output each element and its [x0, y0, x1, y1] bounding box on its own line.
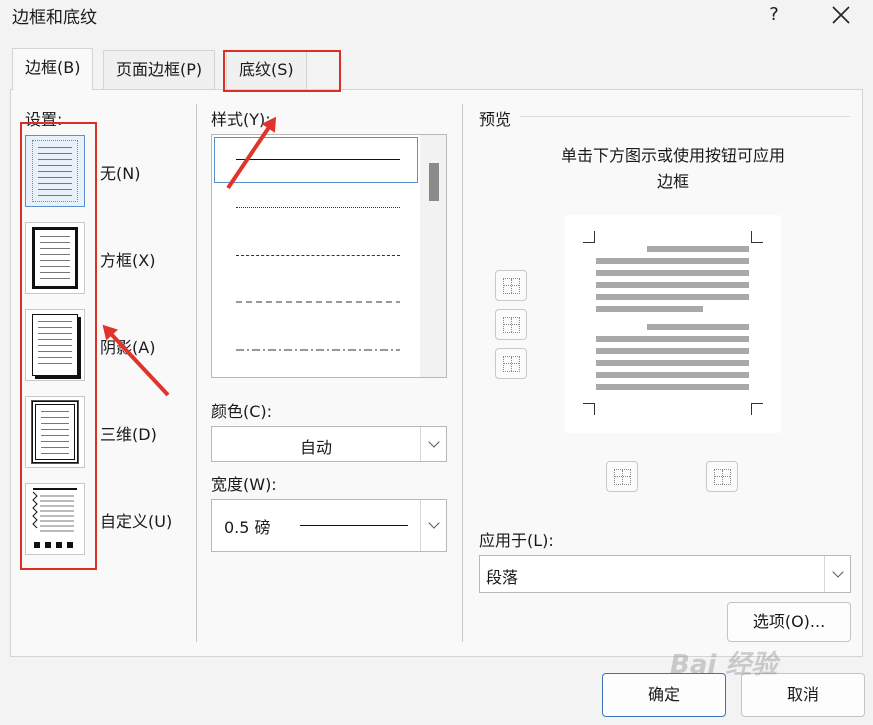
help-button[interactable]: ? [762, 2, 786, 28]
width-dropdown[interactable]: 0.5 磅 [211, 499, 447, 552]
setting-none-label[interactable]: 无(N) [100, 160, 140, 184]
style-scrollbar[interactable] [420, 135, 446, 377]
dialog-title: 边框和底纹 [12, 8, 97, 28]
setting-box-label[interactable]: 方框(X) [100, 247, 155, 271]
close-icon [832, 6, 850, 24]
color-dropdown[interactable]: 自动 [211, 426, 447, 462]
apply-to-value: 段落 [486, 568, 519, 587]
width-value: 0.5 磅 [224, 518, 271, 537]
highlight-shading-tab [223, 50, 341, 92]
color-heading: 颜色(C): [211, 402, 273, 421]
style-list[interactable] [211, 134, 447, 378]
style-dotted[interactable] [236, 207, 400, 208]
style-dashed[interactable] [236, 255, 400, 256]
style-heading: 样式(Y): [211, 110, 271, 129]
preview-heading: 预览 [479, 110, 512, 129]
border-middle-icon [503, 317, 520, 333]
style-solid[interactable] [236, 159, 400, 160]
chevron-down-icon [824, 556, 850, 592]
border-top-icon [503, 278, 520, 294]
width-heading: 宽度(W): [211, 475, 277, 494]
tab-page-borders[interactable]: 页面边框(P) [103, 50, 216, 90]
border-right-button[interactable] [706, 461, 738, 492]
border-bottom-icon [503, 356, 520, 372]
border-left-icon [614, 469, 631, 485]
chevron-down-icon [420, 500, 446, 551]
chevron-down-icon [420, 427, 446, 461]
options-button[interactable]: 选项(O)... [727, 602, 851, 642]
apply-to-dropdown[interactable]: 段落 [479, 555, 851, 593]
divider [462, 104, 463, 642]
border-left-button[interactable] [606, 461, 638, 492]
highlight-settings [20, 122, 97, 570]
tab-borders[interactable]: 边框(B) [12, 48, 94, 90]
preview-hint: 单击下方图示或使用按钮可应用 边框 [560, 146, 785, 191]
setting-custom-label[interactable]: 自定义(U) [100, 508, 172, 532]
divider [196, 104, 197, 642]
close-button[interactable] [826, 0, 856, 30]
color-value: 自动 [299, 438, 332, 457]
border-inside-horizontal-button[interactable] [495, 309, 527, 340]
preview-rule [520, 116, 850, 117]
watermark: Bai 经验 [670, 650, 778, 680]
border-right-icon [714, 469, 731, 485]
scroll-thumb[interactable] [429, 163, 439, 201]
width-line-sample [300, 525, 408, 526]
border-bottom-button[interactable] [495, 348, 527, 379]
border-top-button[interactable] [495, 270, 527, 301]
setting-3d-label[interactable]: 三维(D) [100, 421, 157, 445]
apply-to-heading: 应用于(L): [479, 531, 554, 550]
preview-canvas[interactable] [565, 215, 781, 433]
